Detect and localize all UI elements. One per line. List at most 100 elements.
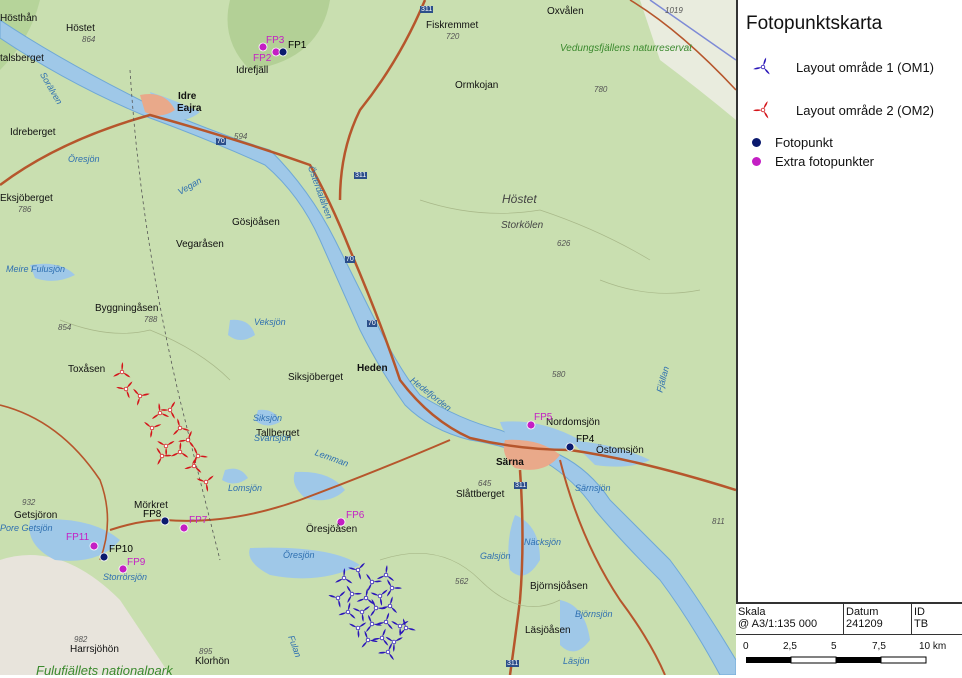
fotopunkt-marker[interactable] <box>160 516 170 526</box>
place-label: Getsjöron <box>14 510 58 521</box>
scale-label: Skala <box>738 606 766 618</box>
wind-turbine-icon <box>159 401 176 419</box>
place-label: Eksjöberget <box>0 193 53 204</box>
legend-label-om2: Layout område 2 (OM2) <box>796 102 935 118</box>
place-label: Idre <box>178 91 197 102</box>
date-label: Datum <box>846 606 879 618</box>
extra-fotopunkt-label: FP5 <box>534 412 553 423</box>
wind-turbine-icon <box>144 421 162 438</box>
map-info-box: Skala @ A3/1:135 000 Datum 241209 ID TB … <box>736 602 962 677</box>
lake-veksjon <box>228 319 255 340</box>
elevation-label: 720 <box>446 32 460 41</box>
id-value: TB <box>914 618 929 630</box>
place-label: Byggningåsen <box>95 303 159 314</box>
wind-turbine-icon <box>372 628 389 646</box>
wind-turbine-icon <box>752 101 769 119</box>
place-label: Gösjöåsen <box>232 217 280 228</box>
legend-item-fotopunkt: Fotopunkt <box>750 135 833 150</box>
wind-turbine-icon <box>376 612 393 630</box>
fotopunkt-label: FP4 <box>576 434 595 445</box>
date-cell: Datum 241209 <box>844 604 912 634</box>
turbine-red-icon <box>750 99 776 121</box>
road-shield: 311 <box>420 6 434 13</box>
wind-turbine-icon <box>133 388 150 406</box>
extra-fotopunkt-label: FP2 <box>253 53 272 64</box>
reserve-label: Vedungsfjällens naturreservat <box>560 43 692 54</box>
place-label: talsberget <box>0 53 44 64</box>
wind-turbine-icon <box>378 642 394 661</box>
legend-item-extra: Extra fotopunkter <box>750 154 874 169</box>
wind-turbine-icon <box>385 636 403 653</box>
fotopunkt-dot-icon <box>752 138 761 147</box>
date-value: 241209 <box>846 618 883 630</box>
lake-label: Svartsjön <box>254 433 292 443</box>
fotopunkt-label: FP1 <box>288 40 307 51</box>
map-view[interactable]: Hösthån Höstet talsberget Idrefjäll Idre… <box>0 0 736 675</box>
road-311-north <box>338 0 427 201</box>
lake-lomsjon <box>222 468 248 484</box>
place-label: Eajra <box>177 103 202 114</box>
lake-label: Galsjön <box>480 551 511 561</box>
scale-bar-graphic <box>746 656 927 664</box>
wind-turbine-icon <box>113 362 131 378</box>
wind-turbine-icon <box>171 442 189 458</box>
extra-fotopunkt-marker[interactable] <box>179 523 189 533</box>
wind-turbine-icon <box>361 630 378 648</box>
wind-turbine-icon <box>380 596 398 614</box>
lake-label: Meire Fulusjön <box>6 264 66 274</box>
elevation-label: 645 <box>478 479 492 488</box>
lake-label: Särnsjön <box>575 483 611 493</box>
wind-turbine-icon <box>172 418 190 436</box>
place-label: Östomsjön <box>596 445 644 456</box>
elevation-label: 811 <box>712 517 725 526</box>
fotopunkt-label: FP10 <box>109 544 133 555</box>
place-label: Björnsjöåsen <box>530 581 588 592</box>
lake-label: Läsjön <box>563 656 590 666</box>
road-shield: 311 <box>506 660 520 667</box>
lake-label: Näcksjön <box>524 537 562 547</box>
fotopunkt-marker[interactable] <box>278 47 288 57</box>
id-cell: ID TB <box>912 604 962 634</box>
extra-fotopunkt-label: FP3 <box>266 35 285 46</box>
legend-label-extra: Extra fotopunkter <box>775 154 874 169</box>
extra-fotopunkt-marker[interactable] <box>89 541 99 551</box>
fotopunkt-marker[interactable] <box>99 552 109 562</box>
road-shield: 311 <box>354 172 368 179</box>
elevation-label: 854 <box>58 323 72 332</box>
lake-label: Lomsjön <box>228 483 263 493</box>
legend-item-om1: Layout område 1 (OM1) <box>750 56 934 78</box>
place-label: Toxåsen <box>68 364 106 375</box>
place-label: Höstet <box>502 192 537 206</box>
fotopunkt-marker[interactable] <box>565 442 575 452</box>
place-label: Klorhön <box>195 656 230 667</box>
place-label: Vegaråsen <box>176 239 224 250</box>
place-label: Harrsjöhön <box>70 644 119 655</box>
elevation-label: 1019 <box>665 6 683 15</box>
wind-turbine-icon <box>116 381 133 399</box>
elevation-label: 982 <box>74 635 88 644</box>
lake-label: Björnsjön <box>575 609 613 619</box>
place-label: Nordomsjön <box>546 417 600 428</box>
place-label: Hösthån <box>0 13 38 24</box>
elevation-label: 780 <box>594 85 608 94</box>
road-shield: 70 <box>367 320 377 327</box>
turbine-blue-icon <box>750 56 776 78</box>
lake-label: Öresjön <box>283 550 315 560</box>
legend-panel: Fotopunktskarta Layout område 1 (OM1) La… <box>736 0 962 675</box>
elevation-label: 864 <box>82 35 96 44</box>
elevation-label: 594 <box>234 132 248 141</box>
legend-label-om1: Layout område 1 (OM1) <box>796 59 935 75</box>
wind-turbine-icon <box>348 622 367 638</box>
extra-fotopunkt-dot-icon <box>752 157 761 166</box>
extra-fotopunkt-label: FP7 <box>189 515 208 526</box>
lake-label: Storrörsjön <box>103 572 148 582</box>
wind-turbine-icon <box>156 447 172 465</box>
place-label: Idrefjäll <box>236 65 269 76</box>
place-label: Siksjöberget <box>288 372 344 383</box>
legend-item-om2: Layout område 2 (OM2) <box>750 99 934 121</box>
road-shield: 70 <box>216 138 226 145</box>
legend-label-fotopunkt: Fotopunkt <box>775 135 833 150</box>
place-label: Höstet <box>66 23 95 34</box>
wind-turbine-icon <box>196 475 214 492</box>
lake-label: Öresjön <box>68 154 100 164</box>
